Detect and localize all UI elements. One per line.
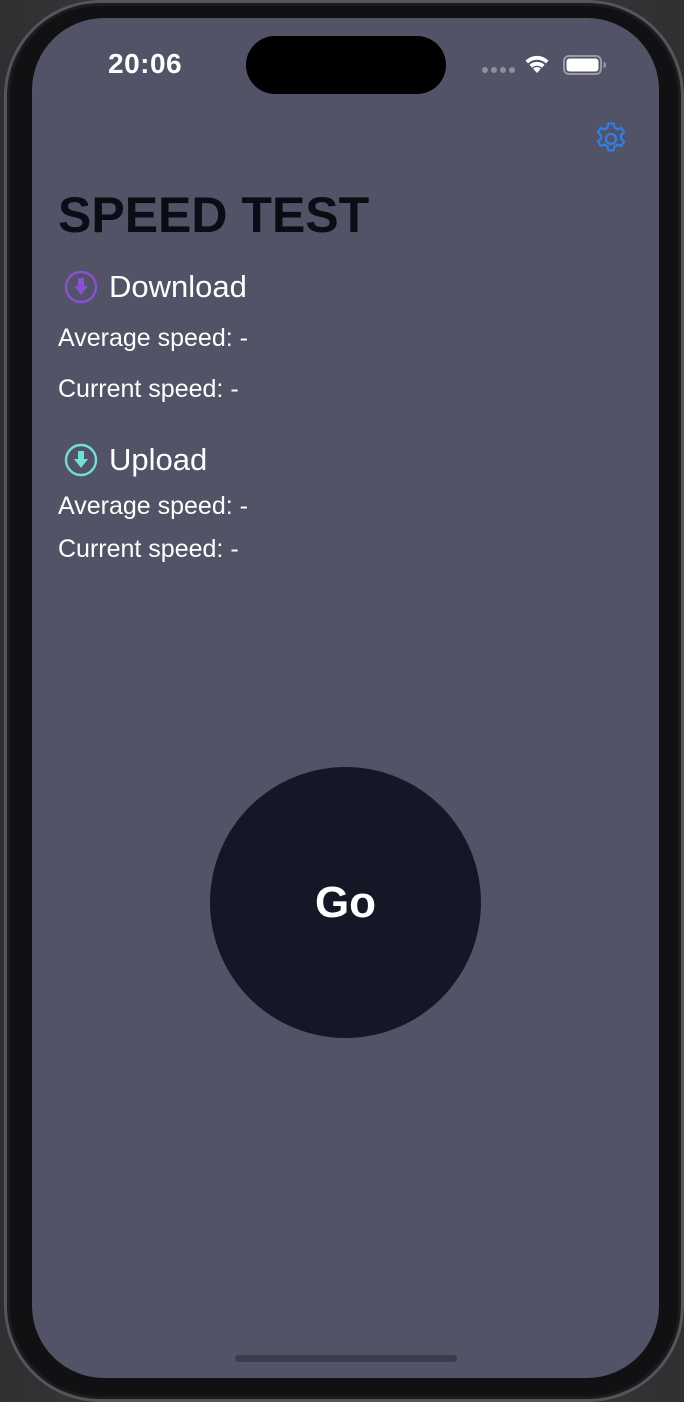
- upload-current-speed: Current speed: -: [58, 535, 239, 563]
- upload-section-header: Upload: [64, 442, 207, 478]
- download-label: Download: [109, 269, 247, 304]
- app-screen: 20:06 SPEED TEST Download Average speed:…: [32, 18, 659, 1378]
- download-current-speed: Current speed: -: [58, 375, 239, 403]
- battery-icon: [563, 55, 606, 75]
- download-section-header: Download: [64, 269, 247, 305]
- page-title: SPEED TEST: [58, 187, 370, 243]
- upload-arrow-icon: [64, 443, 98, 477]
- cellular-signal-icon: [482, 67, 515, 73]
- home-indicator[interactable]: [235, 1355, 457, 1362]
- download-arrow-icon: [64, 270, 98, 304]
- status-time: 20:06: [108, 48, 183, 79]
- dynamic-island: [246, 36, 446, 94]
- wifi-icon: [525, 55, 549, 73]
- upload-label: Upload: [109, 442, 208, 477]
- go-button[interactable]: Go: [210, 767, 481, 1038]
- download-average-speed: Average speed: -: [58, 324, 248, 352]
- settings-gear-icon[interactable]: [592, 120, 630, 158]
- upload-average-speed: Average speed: -: [58, 492, 248, 520]
